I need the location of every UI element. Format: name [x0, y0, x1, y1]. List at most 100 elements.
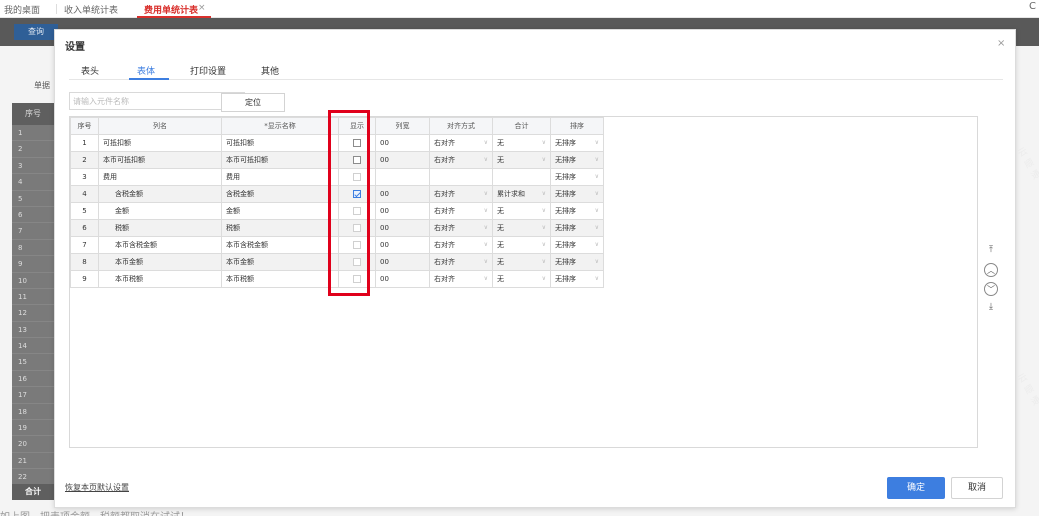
watermark: 云顺通 [1016, 372, 1039, 409]
chevron-down-icon: ∨ [541, 258, 546, 265]
column-name-cell: 本币可抵扣额 [98, 151, 222, 169]
chevron-down-icon: ∨ [541, 156, 546, 163]
display-name-cell[interactable]: 费用 [221, 168, 339, 186]
row-index-cell: 5 [70, 202, 99, 220]
total-select[interactable]: 无 ∨ [492, 236, 551, 254]
display-name-cell[interactable]: 本币金额 [221, 253, 339, 271]
align-select-value: 右对齐 [434, 241, 455, 249]
align-select[interactable]: 右对齐 ∨ [429, 151, 493, 169]
tab-expense-report[interactable]: 费用单统计表 [144, 3, 198, 16]
align-select[interactable]: 右对齐 ∨ [429, 202, 493, 220]
column-width-cell[interactable]: 00 [375, 236, 430, 254]
total-select[interactable]: 无 ∨ [492, 219, 551, 237]
column-width-cell[interactable]: 00 [375, 185, 430, 203]
background-grid-rows: 1 2 3 4 5 6 7 8 9 10 11 12 13 14 15 16 17 18 19 20 21 22 [12, 125, 54, 486]
total-select[interactable]: 累计求和 ∨ [492, 185, 551, 203]
total-select-value: 无 [497, 224, 504, 232]
cancel-button[interactable]: 取消 [951, 477, 1003, 499]
align-select[interactable]: 右对齐 ∨ [429, 253, 493, 271]
chevron-down-icon: ∨ [483, 224, 488, 231]
ok-button[interactable]: 确定 [887, 477, 945, 499]
display-name-cell[interactable]: 本币含税金额 [221, 236, 339, 254]
dialog-tabs: 表头 表体 打印设置 其他 [69, 60, 1003, 80]
chevron-down-icon: ∨ [594, 275, 599, 282]
background-row-number: 11 [12, 289, 54, 306]
close-tab-icon[interactable]: × [198, 3, 206, 13]
column-width-cell[interactable]: 00 [375, 202, 430, 220]
align-select[interactable]: 右对齐 ∨ [429, 134, 493, 152]
display-name-cell[interactable]: 含税金额 [221, 185, 339, 203]
row-index-cell: 4 [70, 185, 99, 203]
align-select[interactable]: 右对齐 ∨ [429, 270, 493, 288]
align-select[interactable]: 右对齐 ∨ [429, 185, 493, 203]
total-select-value: 无 [497, 156, 504, 164]
chevron-down-icon: ∨ [483, 241, 488, 248]
total-select[interactable]: 无 ∨ [492, 253, 551, 271]
sort-select[interactable]: 无排序 ∨ [550, 134, 604, 152]
background-row-number: 13 [12, 322, 54, 339]
sort-select[interactable]: 无排序 ∨ [550, 270, 604, 288]
query-button[interactable]: 查询 [14, 24, 58, 40]
tab-body[interactable]: 表体 [137, 64, 155, 77]
search-input[interactable] [69, 92, 245, 110]
close-icon[interactable]: × [997, 38, 1005, 49]
align-select[interactable]: 右对齐 ∨ [429, 236, 493, 254]
row-index-cell: 1 [70, 134, 99, 152]
column-width-cell[interactable] [375, 168, 430, 186]
restore-default-link[interactable]: 恢复本页默认设置 [65, 482, 129, 493]
background-row-number: 12 [12, 305, 54, 322]
sort-select[interactable]: 无排序 ∨ [550, 219, 604, 237]
total-select[interactable] [492, 168, 551, 186]
align-select-value: 右对齐 [434, 139, 455, 147]
align-select[interactable]: 右对齐 ∨ [429, 219, 493, 237]
tab-header[interactable]: 表头 [81, 64, 99, 77]
column-header-total: 合计 [492, 117, 551, 135]
chevron-down-icon: ∨ [483, 207, 488, 214]
sort-select[interactable]: 无排序 ∨ [550, 185, 604, 203]
tab-print-settings[interactable]: 打印设置 [190, 64, 226, 77]
sort-select-value: 无排序 [555, 190, 576, 198]
column-width-cell[interactable]: 00 [375, 151, 430, 169]
column-name-cell: 金额 [98, 202, 222, 220]
total-select[interactable]: 无 ∨ [492, 202, 551, 220]
chevron-down-icon: ∨ [594, 190, 599, 197]
chevron-down-icon: ∨ [541, 207, 546, 214]
total-select[interactable]: 无 ∨ [492, 270, 551, 288]
column-width-cell[interactable]: 00 [375, 134, 430, 152]
column-width-cell[interactable]: 00 [375, 253, 430, 271]
settings-dialog: 设置 × 表头 表体 打印设置 其他 定位 序号 列名 [54, 29, 1016, 508]
align-select[interactable] [429, 168, 493, 186]
sort-select[interactable]: 无排序 ∨ [550, 253, 604, 271]
move-to-top-icon[interactable]: ⤒ [984, 244, 998, 258]
corner-icon[interactable]: C [1029, 1, 1036, 12]
display-name-cell[interactable]: 税额 [221, 219, 339, 237]
move-to-bottom-icon[interactable]: ⤓ [984, 301, 998, 315]
column-name-cell: 费用 [98, 168, 222, 186]
total-select-value: 无 [497, 241, 504, 249]
move-down-icon[interactable]: ﹀ [984, 282, 998, 296]
display-name-cell[interactable]: 金额 [221, 202, 339, 220]
sort-select[interactable]: 无排序 ∨ [550, 151, 604, 169]
display-name-cell[interactable]: 可抵扣额 [221, 134, 339, 152]
chevron-down-icon: ∨ [541, 275, 546, 282]
column-settings-grid: 序号 列名 *显示名称 显示 列宽 对齐方式 合计 排序 1 可抵扣额 可抵扣额 00… [69, 116, 978, 448]
total-select-value: 无 [497, 139, 504, 147]
tab-my-desktop[interactable]: 我的桌面 [4, 3, 40, 16]
display-name-cell[interactable]: 本币税额 [221, 270, 339, 288]
sort-select[interactable]: 无排序 ∨ [550, 236, 604, 254]
move-up-icon[interactable]: ︿ [984, 263, 998, 277]
total-select[interactable]: 无 ∨ [492, 134, 551, 152]
sort-select[interactable]: 无排序 ∨ [550, 168, 604, 186]
background-row-number: 4 [12, 174, 54, 191]
locate-button[interactable]: 定位 [221, 93, 285, 112]
column-width-cell[interactable]: 00 [375, 219, 430, 237]
sort-select-value: 无排序 [555, 173, 576, 181]
tab-income-report[interactable]: 收入单统计表 [64, 3, 118, 16]
display-name-cell[interactable]: 本币可抵扣额 [221, 151, 339, 169]
watermark: 云顺通 [1016, 146, 1039, 183]
sort-select[interactable]: 无排序 ∨ [550, 202, 604, 220]
tab-other[interactable]: 其他 [261, 64, 279, 77]
total-select[interactable]: 无 ∨ [492, 151, 551, 169]
sort-select-value: 无排序 [555, 258, 576, 266]
column-width-cell[interactable]: 00 [375, 270, 430, 288]
